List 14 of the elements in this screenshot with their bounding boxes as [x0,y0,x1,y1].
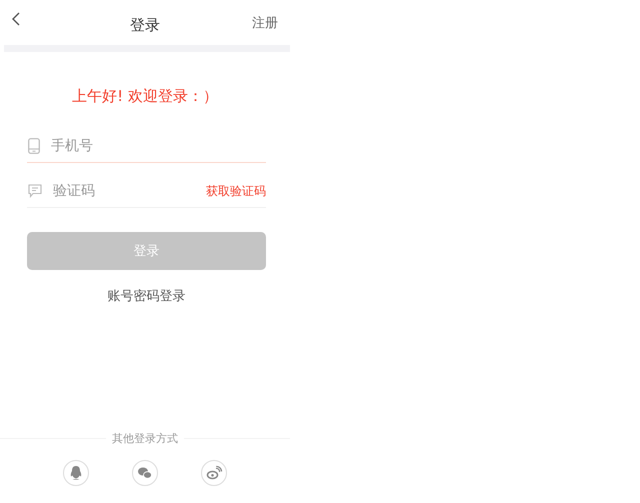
password-login-link[interactable]: 账号密码登录 [108,287,186,305]
chat-bubbles-icon[interactable] [132,460,158,486]
swirl-icon[interactable] [201,460,227,486]
get-code-link[interactable]: 获取验证码 [206,182,266,200]
page-title: 登录 [129,16,161,35]
message-icon [28,184,42,198]
phone-icon [28,138,40,154]
greeting-text: 上午好! 欢迎登录：） [71,87,219,106]
input-field[interactable]: 验证码 [53,183,195,199]
back-icon[interactable] [12,12,20,26]
register-link[interactable]: 注册 [252,14,278,32]
penguin-icon[interactable] [63,460,89,486]
other-login-label: 其他登录方式 [112,431,178,446]
input-field[interactable]: 手机号 [51,138,266,154]
